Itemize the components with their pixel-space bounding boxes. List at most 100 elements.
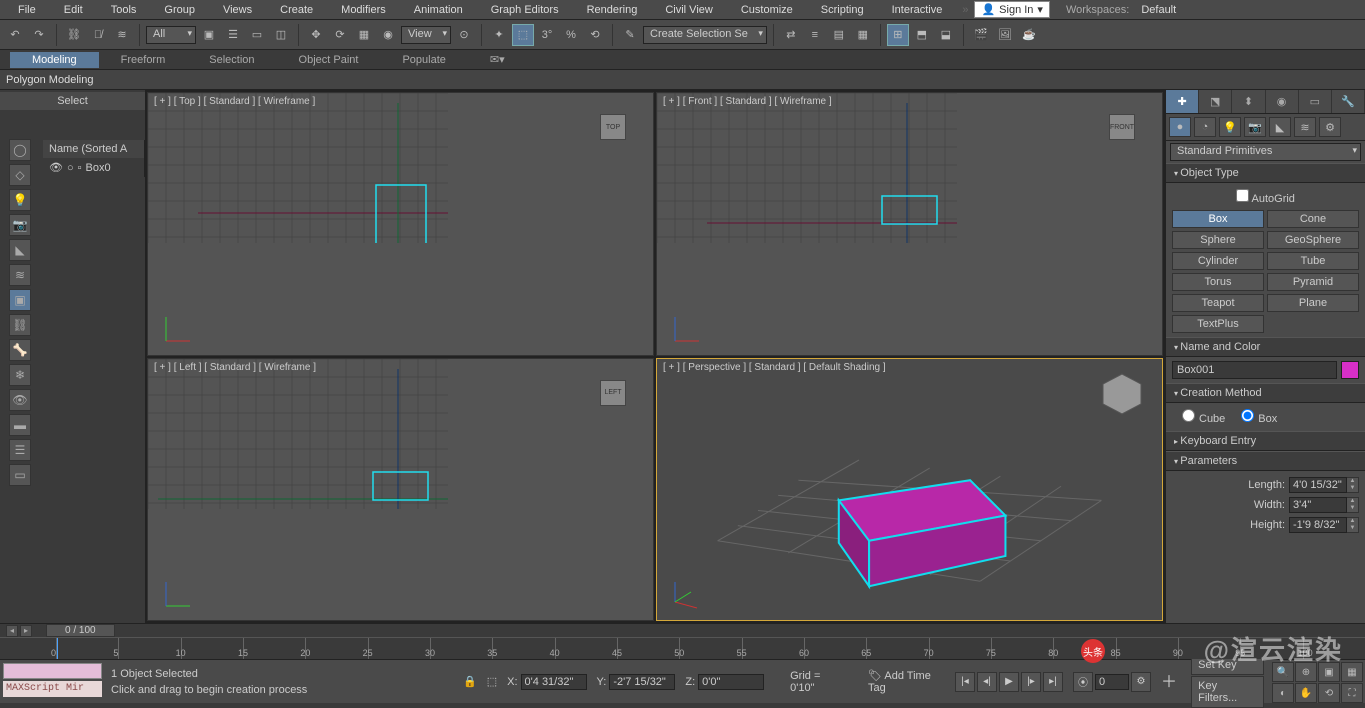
move-button[interactable]: ✥: [305, 24, 327, 46]
autogrid-checkbox[interactable]: [1236, 189, 1249, 202]
primitive-tube[interactable]: Tube: [1267, 252, 1359, 270]
length-input[interactable]: [1289, 477, 1347, 493]
zoom-extents-button[interactable]: ▣: [1318, 662, 1340, 682]
rollout-keyboard-entry[interactable]: Keyboard Entry: [1166, 431, 1365, 451]
play-button[interactable]: ▶: [999, 672, 1019, 692]
menu-civilview[interactable]: Civil View: [651, 2, 726, 18]
category-dropdown[interactable]: Standard Primitives: [1170, 143, 1361, 161]
viewcube-persp[interactable]: [1096, 367, 1148, 419]
placement-button[interactable]: ◉: [377, 24, 399, 46]
display-shapes-icon[interactable]: ◇: [9, 164, 31, 186]
hierarchy-tab[interactable]: ⬍: [1232, 90, 1265, 113]
display-none-icon[interactable]: ▭: [9, 464, 31, 486]
schematic-button[interactable]: ⬒: [911, 24, 933, 46]
add-time-tag[interactable]: 🏷 Add Time Tag: [868, 669, 943, 694]
rollout-object-type[interactable]: Object Type: [1166, 163, 1365, 183]
trackbar-strip[interactable]: [3, 663, 102, 679]
primitive-cone[interactable]: Cone: [1267, 210, 1359, 228]
pivot-button[interactable]: ⊙: [453, 24, 475, 46]
percent-snap-button[interactable]: %: [560, 24, 582, 46]
display-xrefs-icon[interactable]: ⛓: [9, 314, 31, 336]
display-all-icon[interactable]: ☰: [9, 439, 31, 461]
signin-button[interactable]: 👤 Sign In ▾: [974, 1, 1049, 18]
next-key-btn[interactable]: ▸: [20, 625, 32, 637]
prev-frame-button[interactable]: ◂|: [977, 672, 997, 692]
eye-icon[interactable]: 👁: [49, 161, 63, 174]
height-input[interactable]: [1289, 517, 1347, 533]
tab-selection[interactable]: Selection: [187, 52, 276, 68]
viewcube-front[interactable]: FRONT: [1096, 101, 1148, 153]
menu-file[interactable]: File: [4, 2, 50, 18]
viewport-persp-label[interactable]: [ + ] [ Perspective ] [ Standard ] [ Def…: [663, 362, 886, 373]
viewport-front[interactable]: [ + ] [ Front ] [ Standard ] [ Wireframe…: [656, 92, 1163, 356]
undo-button[interactable]: ↶: [4, 24, 26, 46]
tree-header[interactable]: Name (Sorted A: [43, 140, 144, 158]
menu-create[interactable]: Create: [266, 2, 327, 18]
menu-interactive[interactable]: Interactive: [878, 2, 957, 18]
layer-button[interactable]: ▤: [828, 24, 850, 46]
freeze-icon[interactable]: ○: [67, 162, 74, 174]
menu-group[interactable]: Group: [150, 2, 209, 18]
tree-item-box[interactable]: 👁 ○ ▫ Box0: [43, 158, 144, 177]
menu-grapheditors[interactable]: Graph Editors: [477, 2, 573, 18]
primitive-cylinder[interactable]: Cylinder: [1172, 252, 1264, 270]
menu-edit[interactable]: Edit: [50, 2, 97, 18]
edit-selset-button[interactable]: ✎: [619, 24, 641, 46]
menu-customize[interactable]: Customize: [727, 2, 807, 18]
pan-button[interactable]: ✋: [1295, 683, 1317, 703]
cameras-icon[interactable]: 📷: [1244, 117, 1266, 137]
mirror-button[interactable]: ⇄: [780, 24, 802, 46]
zoom-all-button[interactable]: ⊕: [1295, 662, 1317, 682]
angle-snap-button[interactable]: 3°: [536, 24, 558, 46]
goto-end-button[interactable]: ▸|: [1043, 672, 1063, 692]
display-bone-icon[interactable]: 🦴: [9, 339, 31, 361]
tab-populate[interactable]: Populate: [380, 52, 467, 68]
primitive-pyramid[interactable]: Pyramid: [1267, 273, 1359, 291]
lock-icon[interactable]: 🔒: [463, 675, 477, 688]
curve-editor-button[interactable]: ⊞: [887, 24, 909, 46]
viewport-top-label[interactable]: [ + ] [ Top ] [ Standard ] [ Wireframe ]: [154, 96, 315, 107]
viewcube-top[interactable]: TOP: [587, 101, 639, 153]
tab-freeform[interactable]: Freeform: [99, 52, 188, 68]
tab-objectpaint[interactable]: Object Paint: [277, 52, 381, 68]
render-frame-button[interactable]: 🖼: [994, 24, 1016, 46]
zoom-button[interactable]: 🔍: [1272, 662, 1294, 682]
material-button[interactable]: ⬓: [935, 24, 957, 46]
render-setup-button[interactable]: 🎬: [970, 24, 992, 46]
select-object-button[interactable]: ▣: [198, 24, 220, 46]
lights-icon[interactable]: 💡: [1219, 117, 1241, 137]
select-name-button[interactable]: ☰: [222, 24, 244, 46]
object-color-swatch[interactable]: [1341, 361, 1359, 379]
creation-cube-radio[interactable]: Cube: [1182, 409, 1225, 425]
menu-rendering[interactable]: Rendering: [573, 2, 652, 18]
menu-modifiers[interactable]: Modifiers: [327, 2, 400, 18]
primitive-sphere[interactable]: Sphere: [1172, 231, 1264, 249]
goto-start-button[interactable]: |◂: [955, 672, 975, 692]
refcoord-dropdown[interactable]: View: [401, 26, 451, 44]
select-window-button[interactable]: ◫: [270, 24, 292, 46]
link-button[interactable]: ⛓: [63, 24, 85, 46]
time-slider-label[interactable]: 0 / 100: [46, 624, 115, 637]
modify-tab[interactable]: ⬔: [1199, 90, 1232, 113]
helpers-icon[interactable]: ◣: [1269, 117, 1291, 137]
selection-filter-dropdown[interactable]: All: [146, 26, 196, 44]
menu-scripting[interactable]: Scripting: [807, 2, 878, 18]
viewport-left-label[interactable]: [ + ] [ Left ] [ Standard ] [ Wireframe …: [154, 362, 316, 373]
primitive-plane[interactable]: Plane: [1267, 294, 1359, 312]
select-rect-button[interactable]: ▭: [246, 24, 268, 46]
display-groups-icon[interactable]: ▣: [9, 289, 31, 311]
spacewarps-icon[interactable]: ≋: [1294, 117, 1316, 137]
key-filters-button[interactable]: Key Filters...: [1191, 676, 1264, 708]
create-tab[interactable]: ✚: [1166, 90, 1199, 113]
key-mode-button[interactable]: ⦿: [1073, 672, 1093, 692]
rollout-parameters[interactable]: Parameters: [1166, 451, 1365, 471]
motion-tab[interactable]: ◉: [1266, 90, 1299, 113]
display-helpers-icon[interactable]: ◣: [9, 239, 31, 261]
viewcube-left[interactable]: LEFT: [587, 367, 639, 419]
viewport-perspective[interactable]: [ + ] [ Perspective ] [ Standard ] [ Def…: [656, 358, 1163, 622]
ribbon-mail-icon[interactable]: ✉▾: [468, 51, 527, 68]
zoom-extents-all-button[interactable]: ▦: [1341, 662, 1363, 682]
time-ruler[interactable]: 0510152025303540455055606570758085909510…: [0, 637, 1365, 659]
rotate-button[interactable]: ⟳: [329, 24, 351, 46]
render-button[interactable]: ☕: [1018, 24, 1040, 46]
